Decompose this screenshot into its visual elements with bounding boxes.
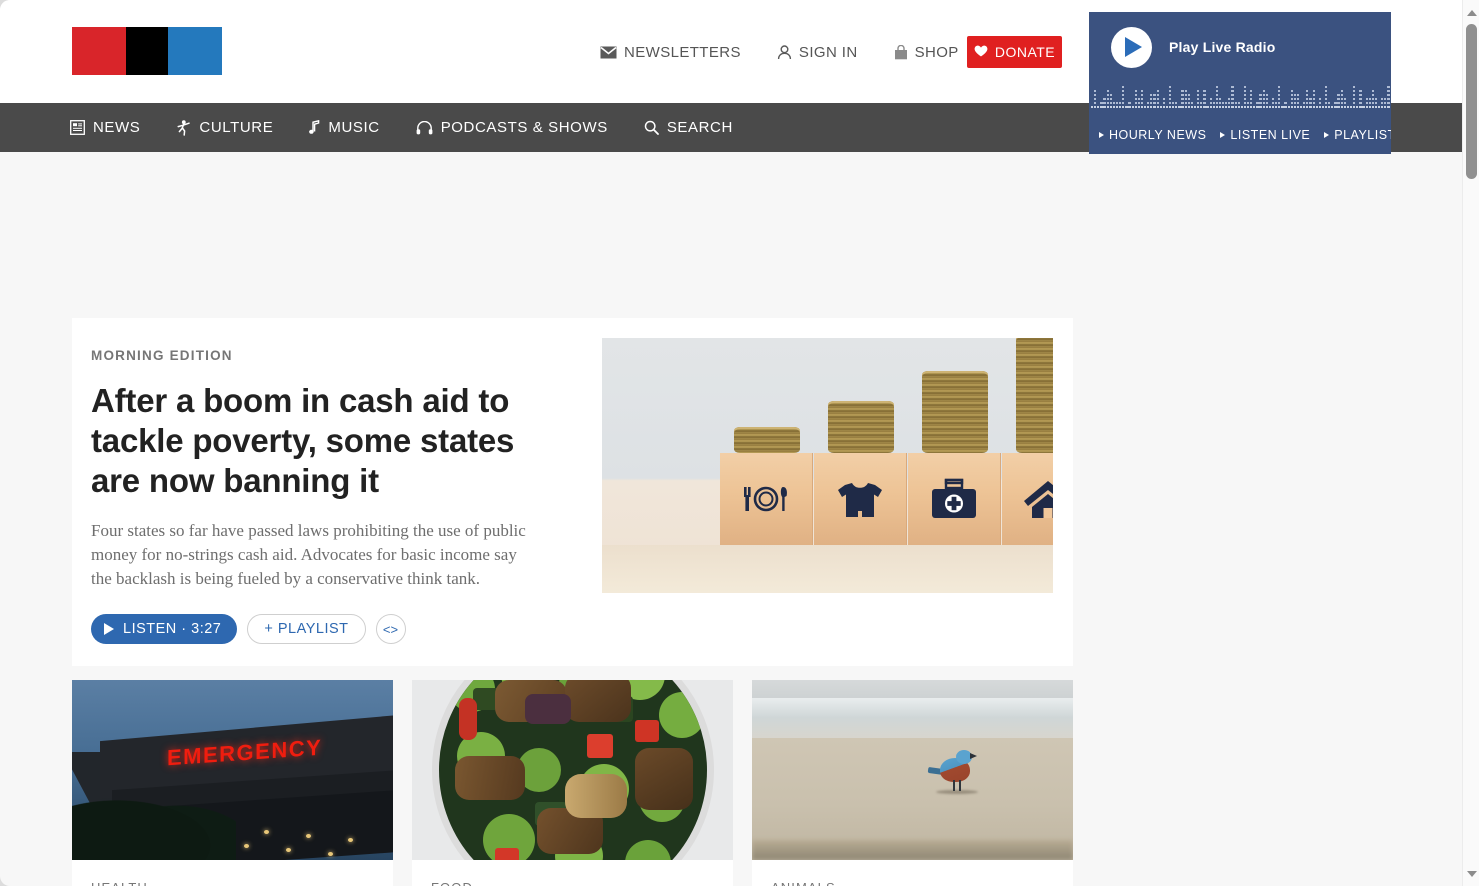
medical-kit-icon	[908, 453, 1001, 545]
shopping-bag-icon	[894, 44, 908, 60]
utility-nav-label: SIGN IN	[798, 43, 858, 61]
house-icon	[1002, 453, 1053, 545]
story-card-body: HEALTH How do you help patients who show…	[72, 860, 393, 886]
food-icon	[720, 453, 813, 545]
play-icon	[104, 623, 114, 635]
radio-link-playlist[interactable]: PLAYLIST	[1324, 128, 1391, 142]
browser-page: NEWSLETTERS SIGN IN SHOP DONATE NEWS CUL…	[0, 0, 1462, 886]
utility-nav-label: SHOP	[914, 43, 959, 61]
search-icon	[644, 120, 659, 135]
scrollbar-thumb[interactable]	[1466, 24, 1477, 179]
nav-label: PODCASTS & SHOWS	[440, 119, 608, 136]
story-card[interactable]: ANIMALS A hobbyist photographer snaps ph…	[752, 680, 1073, 886]
story-card-kicker: ANIMALS	[771, 880, 1054, 886]
lead-story-card: MORNING EDITION After a boom in cash aid…	[72, 318, 1073, 666]
utility-nav-item-shop[interactable]: SHOP	[894, 44, 959, 61]
cicada-dish-photo	[412, 680, 733, 860]
lead-story-teaser: Four states so far have passed laws proh…	[91, 521, 526, 588]
story-card-body: FOOD Cicadas are back on the menu. One c…	[412, 860, 733, 886]
radio-link-label: HOURLY NEWS	[1109, 128, 1207, 142]
nav-item-news[interactable]: NEWS	[70, 119, 140, 136]
nav-item-culture[interactable]: CULTURE	[176, 119, 273, 136]
live-radio-player: Play Live Radio HOURLY NEWS LISTEN LIVE …	[1089, 12, 1391, 154]
story-card[interactable]: FOOD Cicadas are back on the menu. One c…	[412, 680, 733, 886]
add-to-playlist-label: + PLAYLIST	[264, 621, 349, 637]
heart-icon	[974, 44, 988, 60]
caret-right-icon	[1220, 132, 1226, 138]
donate-button[interactable]: DONATE	[967, 36, 1062, 68]
story-card[interactable]: EMERGENCY HEALTH How do you help patient…	[72, 680, 393, 886]
utility-nav-item-newsletters[interactable]: NEWSLETTERS	[600, 44, 741, 61]
emergency-room-photo: EMERGENCY	[72, 680, 393, 860]
play-live-radio-button[interactable]	[1111, 26, 1152, 68]
lead-story-title[interactable]: After a boom in cash aid to tackle pover…	[91, 381, 551, 501]
story-card-body: ANIMALS A hobbyist photographer snaps ph…	[752, 860, 1073, 886]
clothing-icon	[814, 453, 907, 545]
scroll-down-arrow[interactable]	[1463, 865, 1479, 882]
radio-link-label: LISTEN LIVE	[1230, 128, 1311, 142]
nav-label: MUSIC	[328, 119, 380, 136]
page-scrollbar[interactable]	[1462, 0, 1479, 886]
story-card-image[interactable]: EMERGENCY	[72, 680, 393, 860]
music-note-icon	[309, 120, 320, 135]
story-card-kicker: FOOD	[431, 880, 714, 886]
listen-button[interactable]: LISTEN · 3:27	[91, 614, 238, 644]
nav-label: CULTURE	[199, 119, 274, 136]
utility-nav-item-sign-in[interactable]: SIGN IN	[777, 44, 858, 61]
npr-logo[interactable]	[72, 27, 222, 75]
radio-link-listen-live[interactable]: LISTEN LIVE	[1220, 128, 1310, 142]
listen-button-label: LISTEN · 3:27	[123, 621, 222, 637]
logo-block-red	[72, 27, 126, 75]
donate-label: DONATE	[994, 44, 1056, 60]
radio-link-label: PLAYLIST	[1334, 128, 1391, 142]
logo-block-blue	[168, 27, 222, 75]
nav-label: NEWS	[93, 119, 141, 136]
play-live-radio-label: Play Live Radio	[1169, 39, 1276, 55]
logo-block-black	[126, 27, 168, 75]
radio-link-hourly-news[interactable]: HOURLY NEWS	[1099, 128, 1206, 142]
story-card-image[interactable]	[412, 680, 733, 860]
photo-surface	[602, 545, 1053, 593]
radio-player-links: HOURLY NEWS LISTEN LIVE PLAYLIST	[1089, 116, 1391, 154]
story-card-grid: EMERGENCY HEALTH How do you help patient…	[72, 680, 1073, 886]
caret-right-icon	[1324, 132, 1330, 138]
play-icon	[1125, 37, 1142, 57]
add-to-playlist-button[interactable]: + PLAYLIST	[247, 614, 366, 644]
nav-label: SEARCH	[666, 119, 733, 136]
embed-code-button[interactable]: <>	[375, 614, 406, 644]
audio-waveform	[1090, 82, 1390, 108]
person-icon	[777, 44, 792, 60]
newspaper-icon	[70, 120, 85, 135]
rare-bird-beach-photo	[752, 680, 1073, 860]
nav-item-search[interactable]: SEARCH	[644, 119, 733, 136]
headphones-icon	[416, 120, 433, 135]
radio-player-header: Play Live Radio	[1089, 12, 1391, 82]
scroll-up-arrow[interactable]	[1463, 4, 1479, 21]
envelope-icon	[600, 46, 617, 59]
dancer-icon	[176, 119, 191, 136]
ceiling-lights	[222, 826, 393, 856]
code-brackets-icon: <>	[382, 621, 399, 637]
utility-nav: NEWSLETTERS SIGN IN SHOP	[600, 38, 995, 66]
lead-story-image[interactable]	[602, 338, 1053, 593]
nav-item-podcasts-and-shows[interactable]: PODCASTS & SHOWS	[416, 119, 608, 136]
caret-right-icon	[1099, 132, 1104, 138]
story-card-image[interactable]	[752, 680, 1073, 860]
utility-nav-label: NEWSLETTERS	[624, 43, 741, 61]
nav-item-music[interactable]: MUSIC	[309, 119, 379, 136]
lead-story-actions: LISTEN · 3:27 + PLAYLIST <>	[91, 614, 406, 644]
story-card-kicker: HEALTH	[91, 880, 374, 886]
